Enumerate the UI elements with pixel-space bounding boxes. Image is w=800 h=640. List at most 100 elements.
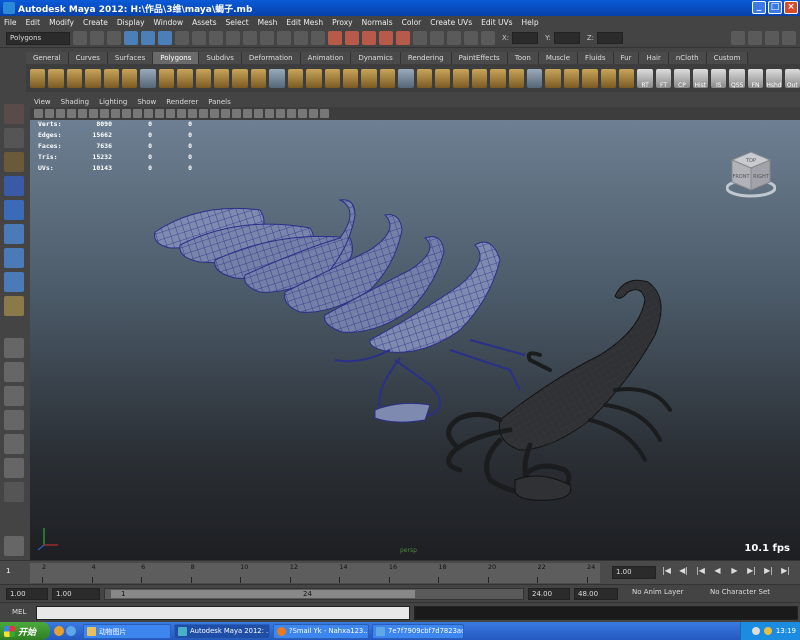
panel-menu-renderer[interactable]: Renderer — [166, 98, 198, 106]
taskbar-item-mail[interactable]: ?Smail Yk - Nahxa123... — [273, 623, 369, 639]
select-handles-icon[interactable] — [175, 31, 189, 45]
split-polygon-icon[interactable] — [398, 68, 414, 88]
select-deformations-icon[interactable] — [243, 31, 257, 45]
universal-manipulator-icon[interactable] — [4, 248, 24, 268]
menu-create-uvs[interactable]: Create UVs — [430, 18, 472, 27]
menu-proxy[interactable]: Proxy — [332, 18, 353, 27]
quick-launch-icon[interactable] — [54, 626, 64, 636]
resolution-gate-icon[interactable] — [111, 109, 120, 118]
construction-history-icon[interactable] — [413, 31, 427, 45]
wireframe-icon[interactable] — [166, 109, 175, 118]
menu-set-dropdown[interactable]: Polygons — [6, 31, 70, 45]
new-scene-icon[interactable] — [73, 31, 87, 45]
move-tool-icon[interactable] — [4, 176, 24, 196]
shelf-tab-animation[interactable]: Animation — [300, 52, 352, 64]
field-chart-icon[interactable] — [133, 109, 142, 118]
shelf-tab-muscle[interactable]: Muscle — [538, 52, 579, 64]
volume-icon[interactable] — [763, 627, 772, 635]
open-scene-icon[interactable] — [90, 31, 104, 45]
ipr-render-icon[interactable] — [464, 31, 478, 45]
poly-cylinder-icon[interactable] — [66, 68, 83, 88]
2d-pan-zoom-icon[interactable] — [78, 109, 87, 118]
menu-mesh[interactable]: Mesh — [258, 18, 278, 27]
shelf-tab-polygons[interactable]: Polygons — [153, 52, 200, 64]
maximize-button[interactable]: □ — [768, 1, 782, 14]
scale-tool-icon[interactable] — [4, 224, 24, 244]
lock-selection-icon[interactable] — [311, 31, 325, 45]
xray-joints-icon[interactable] — [287, 109, 296, 118]
anim-layer-dropdown[interactable]: No Anim Layer — [632, 588, 683, 596]
select-hierarchy-icon[interactable] — [124, 31, 138, 45]
range-bar-handle[interactable]: 1 24 — [111, 590, 415, 598]
make-live-icon[interactable] — [396, 31, 410, 45]
shelf-tab-dynamics[interactable]: Dynamics — [351, 52, 401, 64]
taskbar-item-maya[interactable]: Autodesk Maya 2012: ... — [174, 623, 270, 639]
camera-attributes-icon[interactable] — [45, 109, 54, 118]
hud-toggle-icon[interactable] — [320, 109, 329, 118]
render-settings-icon[interactable] — [481, 31, 495, 45]
bookmarks-icon[interactable] — [56, 109, 65, 118]
menu-create[interactable]: Create — [83, 18, 108, 27]
render-view-icon[interactable] — [430, 31, 444, 45]
channel-box-icon[interactable] — [765, 31, 779, 45]
step-back-key-button[interactable]: ◀| — [677, 566, 690, 575]
shelf-cp-icon[interactable]: CP — [674, 68, 690, 89]
average-vertices-icon[interactable] — [342, 68, 359, 88]
persp-graph-hypergraph-layout-icon[interactable] — [4, 458, 24, 478]
shelf-hist-icon[interactable]: Hist — [692, 68, 709, 89]
shelf-tab-rendering[interactable]: Rendering — [400, 52, 452, 64]
select-surfaces-icon[interactable] — [226, 31, 240, 45]
shelf-hshd-icon[interactable]: Hshd — [766, 68, 782, 89]
bevel-icon[interactable] — [471, 68, 488, 88]
uv-editor-icon[interactable] — [600, 68, 616, 88]
menu-file[interactable]: File — [4, 18, 17, 27]
menu-assets[interactable]: Assets — [192, 18, 216, 27]
poly-cone-icon[interactable] — [85, 68, 101, 88]
tool-settings-icon[interactable] — [748, 31, 762, 45]
shelf-fn-icon[interactable]: FN — [747, 68, 764, 89]
poly-plane-icon[interactable] — [103, 68, 120, 88]
shelf-tab-toon[interactable]: Toon — [507, 52, 539, 64]
use-all-lights-icon[interactable] — [210, 109, 219, 118]
x-field[interactable] — [512, 32, 539, 44]
perspective-viewport[interactable]: Verts: 8090 0 0 Edges: 15662 0 0 Faces: 7636 0 0 Tri… — [30, 120, 800, 560]
select-rendering-icon[interactable] — [277, 31, 291, 45]
range-bar[interactable]: 1 24 — [104, 588, 524, 600]
shelf-out-icon[interactable]: Out — [784, 68, 800, 89]
menu-window[interactable]: Window — [154, 18, 184, 27]
shelf-qss-icon[interactable]: QSS — [729, 68, 745, 89]
poly-pipe-icon[interactable] — [177, 68, 193, 88]
append-polygon-icon[interactable] — [379, 68, 396, 88]
lasso-tool-icon[interactable] — [4, 128, 24, 148]
planar-mapping-icon[interactable] — [526, 68, 543, 88]
shelf-tab-fluids[interactable]: Fluids — [578, 52, 614, 64]
bridge-icon[interactable] — [361, 68, 377, 88]
select-curves-icon[interactable] — [209, 31, 223, 45]
panel-menu-shading[interactable]: Shading — [61, 98, 89, 106]
quick-launch-icon[interactable] — [66, 626, 76, 636]
offset-edge-loop-icon[interactable] — [434, 68, 451, 88]
step-back-frame-button[interactable]: |◀ — [694, 566, 707, 575]
safe-title-icon[interactable] — [155, 109, 164, 118]
shadows-icon[interactable] — [221, 109, 230, 118]
shelf-tab-deformation[interactable]: Deformation — [241, 52, 301, 64]
shelf-tab-hair[interactable]: Hair — [639, 52, 669, 64]
select-tool-icon[interactable] — [4, 104, 24, 124]
poly-helix-icon[interactable] — [195, 68, 212, 88]
poly-cube-icon[interactable] — [48, 68, 64, 88]
shelf-tab-fur[interactable]: Fur — [613, 52, 640, 64]
animation-end-field[interactable]: 48.00 — [574, 588, 618, 600]
mel-label[interactable]: MEL — [12, 608, 26, 616]
four-view-layout-icon[interactable] — [4, 362, 24, 382]
close-button[interactable]: × — [784, 1, 798, 14]
combine-icon[interactable] — [250, 68, 267, 88]
show-manipulator-icon[interactable] — [4, 296, 24, 316]
panel-menu-show[interactable]: Show — [137, 98, 156, 106]
film-gate-icon[interactable] — [100, 109, 109, 118]
xray-icon[interactable] — [276, 109, 285, 118]
panel-menu-panels[interactable]: Panels — [208, 98, 231, 106]
rotate-tool-icon[interactable] — [4, 200, 24, 220]
motion-blur-icon[interactable] — [243, 109, 252, 118]
persp-outliner-layout-icon[interactable] — [4, 386, 24, 406]
shelf-tab-subdivs[interactable]: Subdivs — [199, 52, 242, 64]
